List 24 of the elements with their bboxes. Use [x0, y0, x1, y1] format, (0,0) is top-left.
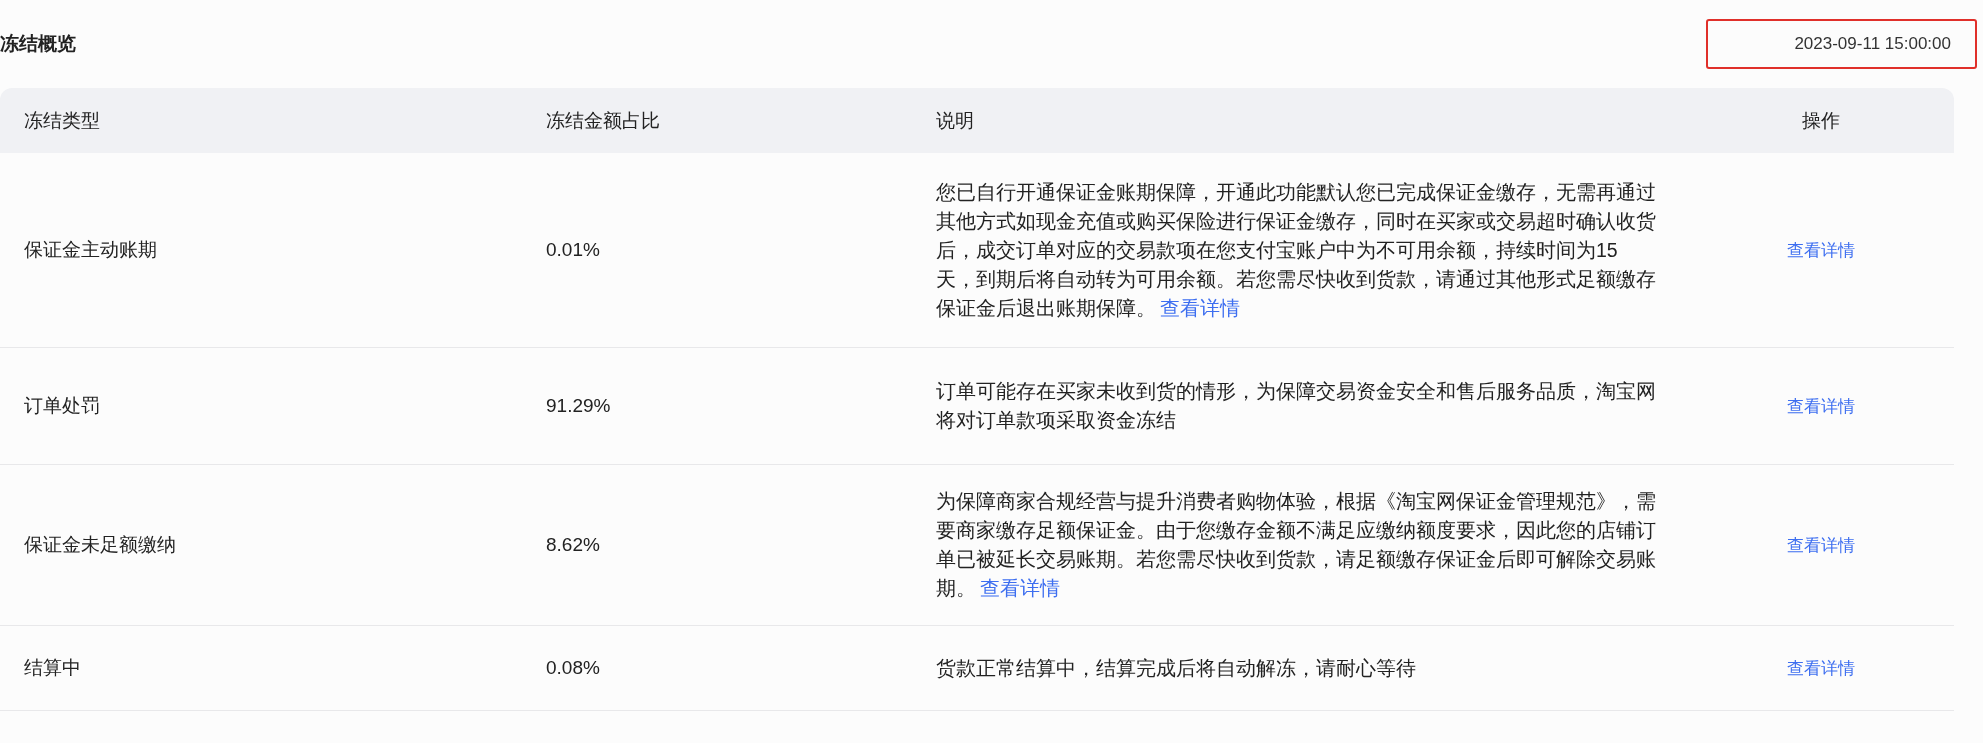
- column-header: 说明: [936, 108, 975, 133]
- column-header: 操作: [1801, 108, 1841, 133]
- table-cell-text: 订单处罚: [24, 394, 101, 418]
- section-title: 冻结概览: [0, 32, 76, 56]
- table-cell-text: 保证金主动账期: [24, 238, 158, 262]
- table-cell-text: 0.08%: [546, 657, 601, 679]
- column-header: 冻结类型: [24, 108, 101, 133]
- details-link[interactable]: 查看详情: [1787, 658, 1855, 678]
- table-cell-text: 结算中: [24, 656, 82, 680]
- description-text: 订单可能存在买家未收到货的情形，为保障交易资金安全和售后服务品质，淘宝网将对订单款项采取资金冻结: [936, 379, 1656, 433]
- description-text: 您已自行开通保证金账期保障，开通此功能默认您已完成保证金缴存，无需再通过其他方式如现金充值或购买保险进行保证金缴存，同时在买家或交易超时确认收货后，成交订单对应的交易款项在您支付宝账户中为不可用余额，持续时间为15天，到期后将自动转为可用余额。若您需尽快收到货款，请通过其他形式足额缴存保证金后退出账期保障。 查看详情: [936, 179, 1656, 321]
- details-link[interactable]: 查看详情: [1787, 240, 1855, 260]
- table-cell-text: 保证金未足额缴纳: [24, 533, 177, 557]
- column-header: 冻结金额占比: [546, 108, 661, 133]
- table-cell-text: 91.29%: [546, 395, 612, 417]
- details-link[interactable]: 查看详情: [1787, 396, 1855, 416]
- details-link[interactable]: 查看详情: [980, 577, 1060, 599]
- description-text: 为保障商家合规经营与提升消费者购物体验，根据《淘宝网保证金管理规范》，需要商家缴存足额保证金。由于您缴存金额不满足应缴纳额度要求，因此您的店铺订单已被延长交易账期。若您需尽快收到货款，请足额缴存保证金后即可解除交易账期。 查看详情: [936, 489, 1656, 601]
- table-cell-text: 0.01%: [546, 239, 601, 261]
- description-text: 货款正常结算中，结算完成后将自动解冻，请耐心等待: [936, 655, 1417, 681]
- timestamp: 2023-09-11 15:00:00: [1706, 19, 1977, 69]
- details-link[interactable]: 查看详情: [1160, 296, 1240, 319]
- details-link[interactable]: 查看详情: [1787, 535, 1855, 555]
- table-cell-text: 8.62%: [546, 534, 601, 556]
